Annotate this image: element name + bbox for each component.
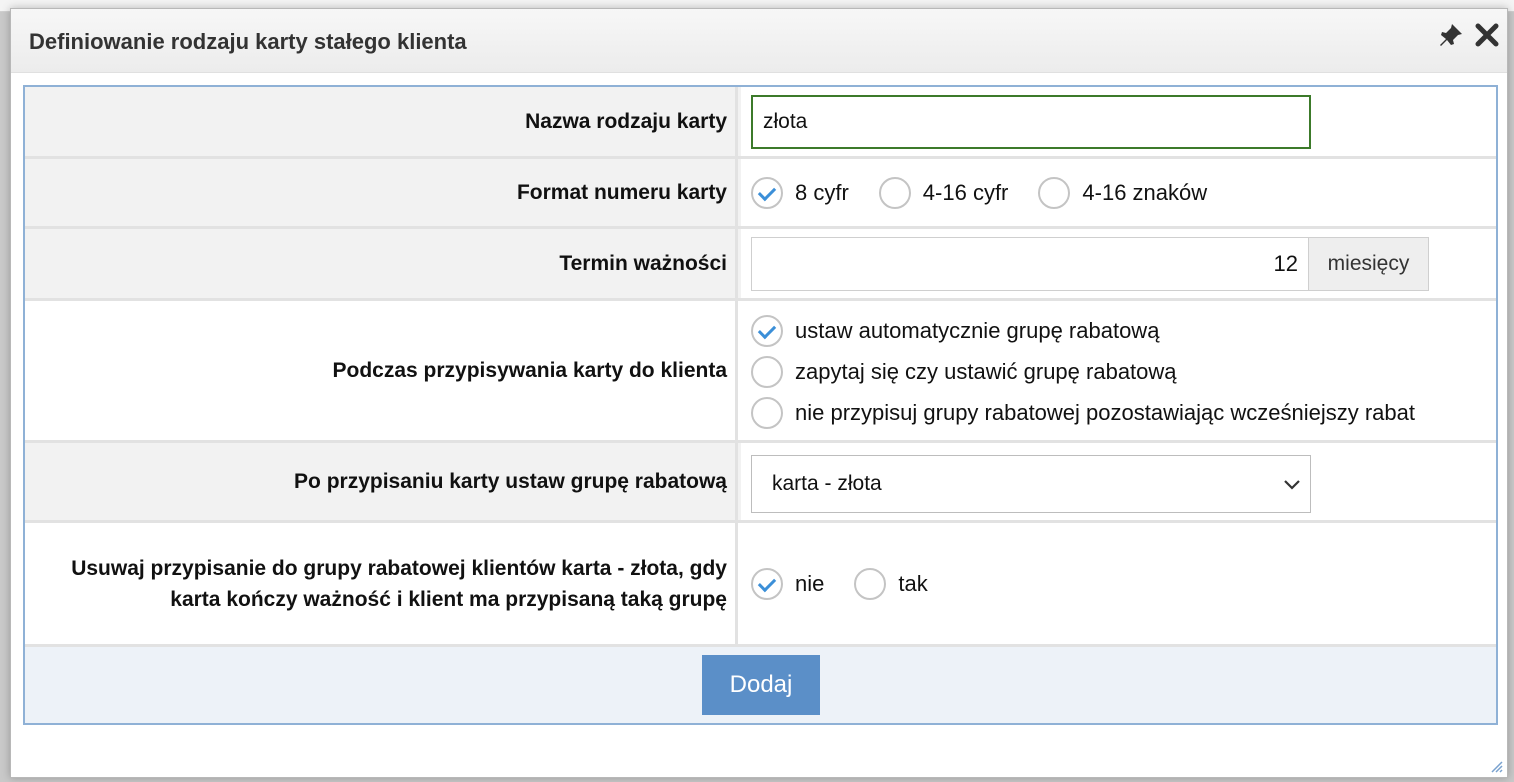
chevron-down-icon[interactable]	[1282, 474, 1302, 494]
validity-label: Termin ważności	[25, 229, 738, 298]
remove-option-yes[interactable]: tak	[854, 567, 928, 600]
row-on-assign: Podczas przypisywania karty do klienta u…	[25, 301, 1496, 443]
radio-unchecked-icon[interactable]	[751, 356, 783, 388]
assign-option-keep[interactable]: nie przypisuj grupy rabatowej pozostawia…	[751, 393, 1415, 433]
assign-option-ask[interactable]: zapytaj się czy ustawić grupę rabatową	[751, 352, 1177, 392]
card-format-label: Format numeru karty	[25, 159, 738, 226]
radio-unchecked-icon[interactable]	[1038, 176, 1071, 209]
card-name-input[interactable]	[751, 95, 1311, 149]
add-button[interactable]: Dodaj	[702, 655, 820, 715]
row-discount-group: Po przypisaniu karty ustaw grupę rabatow…	[25, 443, 1496, 523]
card-type-form: Nazwa rodzaju karty Format numeru karty …	[23, 85, 1498, 725]
row-remove-assignment: Usuwaj przypisanie do grupy rabatowej kl…	[25, 523, 1496, 647]
discount-group-label: Po przypisaniu karty ustaw grupę rabatow…	[25, 443, 738, 520]
radio-unchecked-icon[interactable]	[878, 176, 911, 209]
dialog-title: Definiowanie rodzaju karty stałego klien…	[29, 29, 467, 54]
radio-checked-icon[interactable]	[751, 176, 783, 209]
row-card-name: Nazwa rodzaju karty	[25, 87, 1496, 159]
discount-group-select[interactable]: karta - złota	[751, 455, 1311, 513]
pin-icon[interactable]	[1437, 21, 1465, 49]
row-validity: Termin ważności miesięcy	[25, 229, 1496, 301]
card-type-dialog: Definiowanie rodzaju karty stałego klien…	[10, 8, 1508, 778]
form-footer: Dodaj	[25, 647, 1496, 723]
format-option-4-16-digits[interactable]: 4-16 cyfr	[878, 176, 1008, 209]
assign-option-auto[interactable]: ustaw automatycznie grupę rabatową	[751, 311, 1159, 351]
radio-checked-icon[interactable]	[751, 315, 783, 347]
radio-unchecked-icon[interactable]	[751, 397, 783, 429]
radio-unchecked-icon[interactable]	[854, 567, 887, 600]
close-icon[interactable]	[1473, 21, 1501, 49]
format-option-8-digits[interactable]: 8 cyfr	[751, 176, 849, 209]
remove-assignment-label: Usuwaj przypisanie do grupy rabatowej kl…	[25, 523, 738, 644]
row-card-format: Format numeru karty 8 cyfr 4-16 cyfr 4-1…	[25, 159, 1496, 229]
card-name-label: Nazwa rodzaju karty	[25, 87, 738, 156]
radio-checked-icon[interactable]	[751, 567, 783, 600]
validity-months-input[interactable]	[752, 238, 1308, 290]
dialog-titlebar[interactable]: Definiowanie rodzaju karty stałego klien…	[11, 9, 1507, 73]
format-option-4-16-chars[interactable]: 4-16 znaków	[1038, 176, 1207, 209]
discount-group-selected-value: karta - złota	[772, 472, 882, 495]
resize-handle-icon[interactable]	[1487, 757, 1503, 773]
on-assign-label: Podczas przypisywania karty do klienta	[25, 301, 738, 440]
validity-unit-addon: miesięcy	[1308, 238, 1428, 290]
remove-option-no[interactable]: nie	[751, 567, 824, 600]
validity-input-group: miesięcy	[751, 237, 1429, 291]
